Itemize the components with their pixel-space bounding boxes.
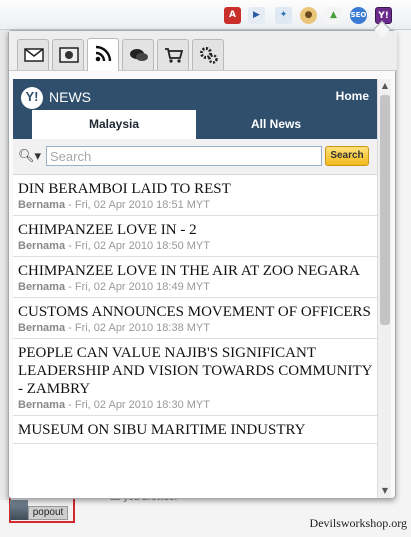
scroll-thumb[interactable]	[380, 95, 390, 325]
popup-content: Y! NEWS Home Malaysia All News 🔍︎▾ Searc…	[13, 79, 377, 498]
scrollbar[interactable]: ▲ ▼	[377, 79, 391, 498]
chrome-icon[interactable]: ▲	[325, 7, 342, 24]
gear-icon	[200, 47, 218, 64]
play-icon[interactable]: ▶	[248, 7, 265, 24]
adobe-icon[interactable]: A	[224, 7, 241, 24]
tab-malaysia[interactable]: Malaysia	[32, 110, 196, 139]
news-meta: Bernama - Fri, 02 Apr 2010 18:30 MYT	[18, 399, 372, 411]
news-source: Bernama	[18, 281, 66, 293]
news-headline[interactable]: CHIMPANZEE LOVE IN THE AIR AT ZOO NEGARA	[18, 262, 372, 280]
search-row: 🔍︎▾ Search	[13, 139, 377, 175]
news-headline[interactable]: CHIMPANZEE LOVE IN - 2	[18, 221, 372, 239]
news-meta: Bernama - Fri, 02 Apr 2010 18:49 MYT	[18, 281, 372, 293]
news-headline[interactable]: CUSTOMS ANNOUNCES MOVEMENT OF OFFICERS	[18, 303, 372, 321]
news-source: Bernama	[18, 199, 66, 211]
news-headline[interactable]: PEOPLE CAN VALUE NAJIB'S SIGNIFICANT LEA…	[18, 344, 372, 398]
rss-icon	[95, 45, 112, 62]
chat-tab[interactable]	[122, 39, 154, 70]
yahoo-news-header: Y! NEWS Home Malaysia All News	[13, 79, 377, 139]
news-date: - Fri, 02 Apr 2010 18:49 MYT	[65, 281, 210, 293]
news-date: - Fri, 02 Apr 2010 18:50 MYT	[65, 240, 210, 252]
popout-thumbnail	[10, 500, 28, 520]
news-date: - Fri, 02 Apr 2010 18:30 MYT	[65, 399, 210, 411]
cookie-icon[interactable]: ●	[300, 7, 317, 24]
chat-icon	[130, 49, 148, 61]
browser-toolbar: A ▶ ✦ ● ▲ SEO Y!	[0, 0, 411, 30]
yahoo-logo: Y!	[21, 87, 43, 109]
tweet-icon[interactable]: ✦	[275, 7, 292, 24]
cart-icon	[165, 48, 184, 63]
popup-tab-bar	[9, 31, 397, 71]
popout-button[interactable]: popout	[28, 506, 68, 520]
cart-tab[interactable]	[157, 39, 189, 70]
news-item[interactable]: CHIMPANZEE LOVE IN THE AIR AT ZOO NEGARA…	[13, 257, 377, 298]
home-link[interactable]: Home	[336, 89, 369, 103]
news-source: Bernama	[18, 322, 66, 334]
news-meta: Bernama - Fri, 02 Apr 2010 18:38 MYT	[18, 322, 372, 334]
news-item[interactable]: MUSEUM ON SIBU MARITIME INDUSTRY	[13, 416, 377, 444]
search-input[interactable]	[46, 146, 322, 166]
image-icon	[59, 47, 79, 63]
watermark: Devilsworkshop.org	[309, 516, 407, 530]
news-date: - Fri, 02 Apr 2010 18:38 MYT	[65, 322, 210, 334]
image-tab[interactable]	[52, 39, 84, 70]
news-item[interactable]: CHIMPANZEE LOVE IN - 2 Bernama - Fri, 02 …	[13, 216, 377, 257]
rss-tab[interactable]	[87, 38, 119, 71]
news-date: - Fri, 02 Apr 2010 18:51 MYT	[65, 199, 210, 211]
scroll-down-icon[interactable]: ▼	[380, 486, 390, 496]
news-source: Bernama	[18, 240, 66, 252]
news-list: DIN BERAMBOI LAID TO REST Bernama - Fri, …	[13, 175, 377, 444]
news-meta: Bernama - Fri, 02 Apr 2010 18:50 MYT	[18, 240, 372, 252]
search-dropdown-icon[interactable]: 🔍︎▾	[18, 149, 41, 164]
news-headline[interactable]: MUSEUM ON SIBU MARITIME INDUSTRY	[18, 421, 372, 439]
news-meta: Bernama - Fri, 02 Apr 2010 18:51 MYT	[18, 199, 372, 211]
settings-tab[interactable]	[192, 39, 224, 70]
news-title: NEWS	[49, 89, 91, 105]
tab-all-news[interactable]: All News	[196, 110, 356, 139]
news-item[interactable]: PEOPLE CAN VALUE NAJIB'S SIGNIFICANT LEA…	[13, 339, 377, 416]
seo-icon[interactable]: SEO	[350, 7, 367, 24]
search-button[interactable]: Search	[325, 146, 369, 166]
news-source: Bernama	[18, 399, 66, 411]
news-item[interactable]: DIN BERAMBOI LAID TO REST Bernama - Fri, …	[13, 175, 377, 216]
extension-popup: Y! NEWS Home Malaysia All News 🔍︎▾ Searc…	[8, 30, 397, 499]
mail-tab[interactable]	[17, 39, 49, 70]
scroll-up-icon[interactable]: ▲	[380, 81, 390, 91]
news-headline[interactable]: DIN BERAMBOI LAID TO REST	[18, 180, 372, 198]
news-item[interactable]: CUSTOMS ANNOUNCES MOVEMENT OF OFFICERS Be…	[13, 298, 377, 339]
mail-icon	[24, 48, 44, 62]
